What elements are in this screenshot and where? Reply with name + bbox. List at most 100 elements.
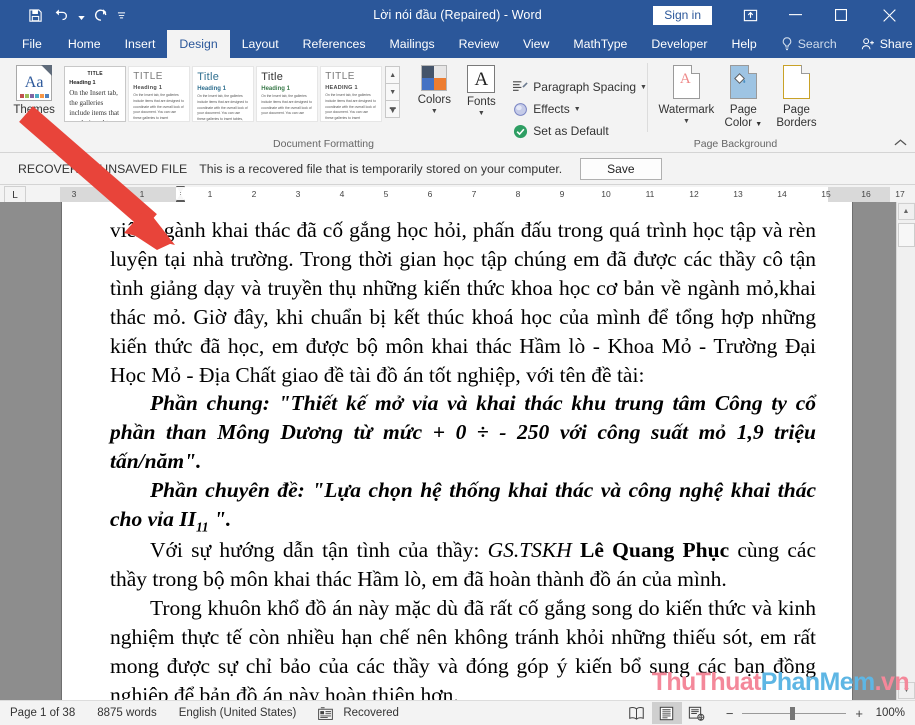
minimize-button[interactable] <box>773 0 818 30</box>
style-thumbnail[interactable]: Title Heading 1 On the Insert tab, the g… <box>256 66 319 122</box>
zoom-level[interactable]: 100% <box>871 707 905 719</box>
sign-in-button[interactable]: Sign in <box>653 5 712 25</box>
tab-insert[interactable]: Insert <box>113 30 168 58</box>
document-area: viên ngành khai thác đã cố gắng học hỏi,… <box>0 202 915 700</box>
tab-view[interactable]: View <box>511 30 561 58</box>
vertical-scrollbar[interactable]: ▲ ▼ <box>896 202 915 700</box>
ruler-label: 7 <box>471 189 477 199</box>
ruler-label: 17 <box>895 189 905 199</box>
thumb-body: On the Insert tab, the galleries include… <box>197 94 248 122</box>
tab-mailings[interactable]: Mailings <box>378 30 447 58</box>
site-watermark: ThuThuatPhanMem.vn <box>651 668 910 697</box>
status-bar-right: − + 100% <box>622 702 915 724</box>
document-text[interactable]: viên ngành khai thác đã cố gắng học hỏi,… <box>110 216 816 700</box>
run <box>572 538 580 562</box>
style-thumbnail[interactable]: TITLE Heading 1 On the Insert tab, the g… <box>128 66 191 122</box>
quick-access-toolbar <box>0 3 128 27</box>
word-count[interactable]: 8875 words <box>97 707 156 719</box>
tab-help[interactable]: Help <box>719 30 768 58</box>
watermark-part1: ThuThuat <box>651 668 762 696</box>
watermark-icon: A <box>670 65 702 101</box>
tab-mathtype[interactable]: MathType <box>561 30 639 58</box>
thumb-title: TITLE <box>133 71 163 82</box>
paragraph: Phần chuyên đề: "Lựa chọn hệ thống khai … <box>110 476 816 536</box>
undo-dropdown-icon[interactable] <box>74 3 88 27</box>
style-thumbnail[interactable]: Title Heading 1 On the Insert tab, the g… <box>192 66 255 122</box>
scrollbar-thumb[interactable] <box>898 223 915 247</box>
watermark-part2: PhanMem <box>760 668 875 696</box>
effects-dropdown-icon[interactable]: ▼ <box>574 106 581 113</box>
document-page[interactable]: viên ngành khai thác đã cố gắng học hỏi,… <box>62 202 852 700</box>
proofing-icon[interactable] <box>318 706 334 720</box>
ribbon-display-options-icon[interactable] <box>728 0 773 30</box>
zoom-in-button[interactable]: + <box>855 707 863 720</box>
horizontal-ruler[interactable]: 3 2 1 1 2 3 4 5 6 7 8 9 10 11 12 13 14 1… <box>60 186 905 206</box>
search-box[interactable]: Search <box>769 30 849 58</box>
print-layout-view-button[interactable] <box>651 702 682 724</box>
ruler-label: 3 <box>295 189 301 199</box>
scroll-up-icon[interactable]: ▲ <box>897 203 915 220</box>
zoom-slider[interactable]: − + <box>726 706 863 720</box>
recovered-file-message-bar: RECOVERED UNSAVED FILE This is a recover… <box>0 153 915 185</box>
fonts-dropdown-icon[interactable]: ▼ <box>478 110 485 117</box>
page-color-icon <box>727 65 759 101</box>
tab-design[interactable]: Design <box>167 30 230 58</box>
share-button[interactable]: Share <box>849 30 915 58</box>
undo-icon[interactable] <box>48 3 74 27</box>
save-icon[interactable] <box>22 3 48 27</box>
paragraph-spacing-label: Paragraph Spacing <box>533 80 637 94</box>
web-layout-view-button[interactable] <box>682 702 712 724</box>
save-recovered-file-button[interactable]: Save <box>580 157 662 180</box>
ruler-marks: 3 2 1 1 2 3 4 5 6 7 8 9 10 11 12 13 14 1… <box>60 187 905 202</box>
thumb-title: TITLE <box>87 71 103 77</box>
gallery-more-icon[interactable]: ▬ ▼ <box>385 100 401 118</box>
themes-icon: Aa <box>16 65 53 101</box>
tab-home[interactable]: Home <box>56 30 113 58</box>
tab-developer[interactable]: Developer <box>639 30 719 58</box>
page-borders-icon <box>780 65 812 101</box>
run: Phần chung: "Thiết kế mở vỉa và khai thá… <box>110 391 816 474</box>
maximize-button[interactable] <box>818 0 863 30</box>
paragraph-spacing-button[interactable]: Paragraph Spacing ▼ <box>510 76 647 98</box>
colors-dropdown-icon[interactable]: ▼ <box>431 108 438 115</box>
page-borders-line1: Page <box>783 104 810 116</box>
read-mode-view-button[interactable] <box>622 702 652 724</box>
lightbulb-icon <box>781 37 793 51</box>
collapse-ribbon-icon[interactable] <box>894 138 907 150</box>
zoom-slider-track[interactable] <box>742 706 847 720</box>
close-button[interactable] <box>863 0 915 30</box>
redo-icon[interactable] <box>88 3 114 27</box>
check-circle-icon <box>510 124 530 139</box>
watermark-dropdown-icon[interactable]: ▼ <box>683 118 690 125</box>
recovered-status[interactable]: Recovered <box>343 707 399 719</box>
page-indicator[interactable]: Page 1 of 38 <box>10 707 75 719</box>
gallery-scroll-up-icon[interactable]: ▲ <box>385 66 401 84</box>
page-color-dropdown-icon[interactable]: ▼ <box>755 121 762 128</box>
tab-references[interactable]: References <box>291 30 378 58</box>
colors-label: Colors <box>417 94 451 106</box>
group-page-background: A Watermark ▼ Page Color ▼ Page Borders … <box>648 58 823 152</box>
customize-qat-icon[interactable] <box>114 3 128 27</box>
gallery-scroll-down-icon[interactable]: ▼ <box>385 83 401 101</box>
language-indicator[interactable]: English (United States) <box>179 707 297 719</box>
thumb-title: Title <box>197 71 220 83</box>
page-color-label: Page Color ▼ <box>725 104 763 130</box>
effects-button[interactable]: Effects ▼ <box>510 98 647 120</box>
ruler-label: 11 <box>645 189 655 199</box>
tab-file[interactable]: File <box>8 30 56 58</box>
style-thumbnail[interactable]: TITLE HEADING 1 On the Insert tab, the g… <box>320 66 383 122</box>
themes-label: Themes <box>13 104 55 116</box>
ribbon: Aa Themes ▼ TITLE Heading 1 On the Inser… <box>0 58 915 153</box>
page-borders-line2: Borders <box>776 117 817 130</box>
style-thumbnail[interactable]: TITLE Heading 1 On the Insert tab, the g… <box>64 66 127 122</box>
zoom-out-button[interactable]: − <box>726 707 734 720</box>
tab-review[interactable]: Review <box>447 30 511 58</box>
tab-layout[interactable]: Layout <box>230 30 291 58</box>
fonts-icon: A <box>467 65 496 93</box>
themes-dropdown-icon[interactable]: ▼ <box>31 118 38 125</box>
ribbon-tab-strip: File Home Insert Design Layout Reference… <box>0 30 915 58</box>
zoom-slider-thumb[interactable] <box>790 706 796 720</box>
thumb-heading: Heading 1 <box>197 86 226 92</box>
paragraph-spacing-dropdown-icon[interactable]: ▼ <box>640 84 647 91</box>
run-subscript: 11 <box>196 519 209 535</box>
